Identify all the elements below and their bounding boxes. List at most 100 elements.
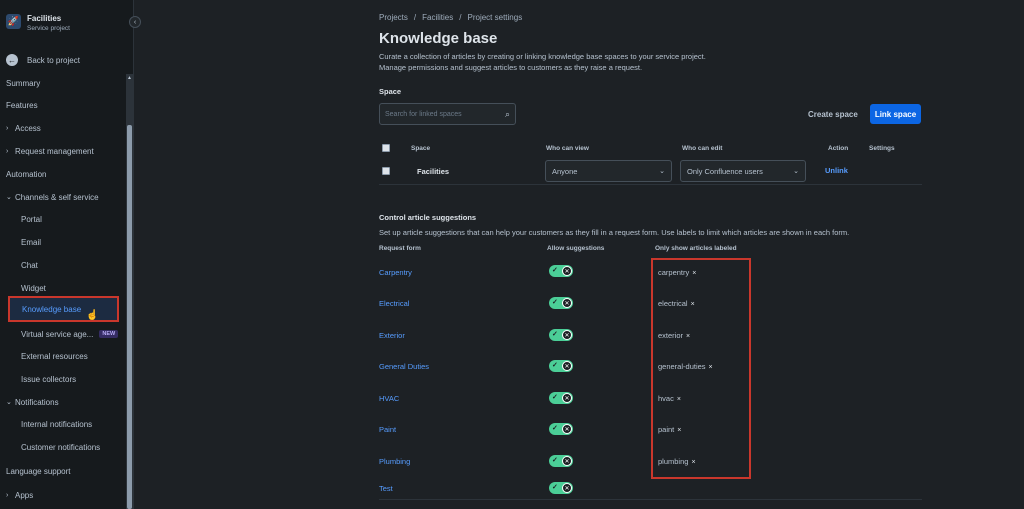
project-header[interactable]: 🚀 Facilities Service project bbox=[6, 14, 70, 33]
close-icon: ✕ bbox=[562, 424, 572, 434]
chevron-right-icon: › bbox=[6, 491, 9, 499]
create-space-button[interactable]: Create space bbox=[804, 105, 862, 123]
space-name: Facilities bbox=[417, 167, 450, 176]
divider bbox=[379, 499, 922, 500]
request-form-general-duties[interactable]: General Duties bbox=[379, 362, 429, 371]
allow-suggestions-toggle[interactable]: ✓ ✕ bbox=[549, 482, 573, 494]
request-form-paint[interactable]: Paint bbox=[379, 425, 396, 434]
sidebar-item-label: Language support bbox=[6, 466, 71, 476]
sidebar-item-label: Notifications bbox=[15, 397, 59, 407]
sidebar-item-automation[interactable]: Automation bbox=[0, 165, 126, 183]
back-to-project-link[interactable]: ← Back to project bbox=[6, 54, 80, 66]
request-form-electrical[interactable]: Electrical bbox=[379, 299, 409, 308]
sidebar-item-knowledge-base[interactable]: Knowledge base bbox=[8, 296, 119, 322]
sidebar-item-channels[interactable]: ⌄ Channels & self service bbox=[0, 188, 126, 206]
breadcrumb-facilities[interactable]: Facilities bbox=[422, 13, 453, 22]
request-form-test[interactable]: Test bbox=[379, 484, 393, 493]
sidebar-item-email[interactable]: Email bbox=[0, 233, 126, 251]
check-icon: ✓ bbox=[552, 267, 558, 274]
allow-suggestions-toggle[interactable]: ✓ ✕ bbox=[549, 329, 573, 341]
sidebar-item-portal[interactable]: Portal bbox=[0, 210, 126, 228]
sidebar-item-summary[interactable]: Summary bbox=[0, 74, 126, 92]
breadcrumb-project-settings[interactable]: Project settings bbox=[468, 13, 523, 22]
chevron-down-icon: ⌄ bbox=[6, 399, 12, 406]
sidebar-item-apps[interactable]: › Apps bbox=[0, 486, 126, 504]
request-form-plumbing[interactable]: Plumbing bbox=[379, 457, 410, 466]
sidebar-item-label: Features bbox=[6, 100, 38, 110]
column-header-action: Action bbox=[828, 145, 849, 152]
page-title: Knowledge base bbox=[379, 30, 498, 47]
sidebar-item-label: Issue collectors bbox=[21, 374, 77, 384]
who-can-view-select[interactable]: Anyone ⌄ bbox=[545, 160, 672, 182]
space-section-label: Space bbox=[379, 87, 402, 96]
allow-suggestions-toggle[interactable]: ✓ ✕ bbox=[549, 392, 573, 404]
column-header-space: Space bbox=[411, 145, 431, 152]
close-icon: ✕ bbox=[562, 393, 572, 403]
sidebar-item-access[interactable]: › Access bbox=[0, 119, 126, 137]
request-form-exterior[interactable]: Exterior bbox=[379, 331, 405, 340]
scroll-up-icon[interactable]: ▲ bbox=[127, 75, 132, 81]
sidebar-item-label: Channels & self service bbox=[15, 192, 99, 202]
sidebar-item-virtual-service-agent[interactable]: Virtual service age... NEW bbox=[0, 325, 126, 343]
sidebar-item-issue-collectors[interactable]: Issue collectors bbox=[0, 370, 126, 388]
unlink-button[interactable]: Unlink bbox=[825, 166, 848, 175]
rocket-icon: 🚀 bbox=[6, 14, 21, 29]
sidebar-item-label: External resources bbox=[21, 351, 88, 361]
column-header-who-can-edit: Who can edit bbox=[682, 145, 723, 152]
sidebar-item-label: Access bbox=[15, 123, 41, 133]
collapse-sidebar-button[interactable]: ‹ bbox=[129, 16, 141, 28]
who-can-edit-select[interactable]: Only Confluence users ⌄ bbox=[680, 160, 806, 182]
close-icon: ✕ bbox=[562, 456, 572, 466]
check-icon: ✓ bbox=[552, 362, 558, 369]
column-header-labels: Only show articles labeled bbox=[655, 245, 737, 252]
search-linked-spaces-input[interactable]: Search for linked spaces ⌕ bbox=[379, 103, 516, 125]
check-icon: ✓ bbox=[552, 394, 558, 401]
column-header-settings: Settings bbox=[869, 145, 895, 152]
divider bbox=[379, 184, 922, 185]
suggestions-title: Control article suggestions bbox=[379, 213, 477, 222]
column-header-allow-suggestions: Allow suggestions bbox=[547, 245, 605, 252]
allow-suggestions-toggle[interactable]: ✓ ✕ bbox=[549, 360, 573, 372]
sidebar-item-external-resources[interactable]: External resources bbox=[0, 347, 126, 365]
highlight-box bbox=[651, 258, 751, 479]
allow-suggestions-toggle[interactable]: ✓ ✕ bbox=[549, 423, 573, 435]
sidebar-item-label: Summary bbox=[6, 78, 41, 88]
breadcrumb-projects[interactable]: Projects bbox=[379, 13, 408, 22]
close-icon: ✕ bbox=[562, 483, 572, 493]
sidebar-item-request-management[interactable]: › Request management bbox=[0, 142, 126, 160]
sidebar-item-chat[interactable]: Chat bbox=[0, 256, 126, 274]
sidebar-item-customer-notifications[interactable]: Customer notifications bbox=[0, 438, 126, 456]
sidebar-item-features[interactable]: Features bbox=[0, 96, 126, 114]
sidebar-scrollbar-thumb[interactable] bbox=[127, 125, 132, 509]
project-name: Facilities bbox=[27, 14, 62, 23]
sidebar-item-widget[interactable]: Widget bbox=[0, 279, 126, 297]
request-form-carpentry[interactable]: Carpentry bbox=[379, 268, 412, 277]
hand-pointer-icon: ☝ bbox=[86, 310, 99, 321]
chevron-left-icon: ‹ bbox=[133, 18, 137, 26]
check-icon: ✓ bbox=[552, 425, 558, 432]
allow-suggestions-toggle[interactable]: ✓ ✕ bbox=[549, 265, 573, 277]
sidebar-item-language-support[interactable]: Language support bbox=[0, 462, 126, 480]
select-all-checkbox[interactable] bbox=[382, 144, 390, 152]
allow-suggestions-toggle[interactable]: ✓ ✕ bbox=[549, 455, 573, 467]
check-icon: ✓ bbox=[552, 457, 558, 464]
back-label: Back to project bbox=[27, 55, 80, 65]
check-icon: ✓ bbox=[552, 484, 558, 491]
check-icon: ✓ bbox=[552, 299, 558, 306]
description-line: Curate a collection of articles by creat… bbox=[379, 52, 706, 61]
chevron-down-icon: ⌄ bbox=[6, 194, 12, 201]
sidebar-item-internal-notifications[interactable]: Internal notifications bbox=[0, 415, 126, 433]
who-can-edit-value: Only Confluence users bbox=[687, 166, 763, 176]
allow-suggestions-toggle[interactable]: ✓ ✕ bbox=[549, 297, 573, 309]
search-icon: ⌕ bbox=[504, 108, 510, 119]
row-checkbox[interactable] bbox=[382, 167, 390, 175]
project-type: Service project bbox=[27, 25, 70, 32]
search-placeholder: Search for linked spaces bbox=[385, 110, 462, 118]
check-icon: ✓ bbox=[552, 331, 558, 338]
sidebar-item-label: Virtual service age... bbox=[21, 329, 94, 339]
sidebar-item-notifications[interactable]: ⌄ Notifications bbox=[0, 393, 126, 411]
request-form-hvac[interactable]: HVAC bbox=[379, 394, 399, 403]
link-space-button[interactable]: Link space bbox=[870, 104, 921, 124]
sidebar-item-label: Widget bbox=[21, 283, 46, 293]
chevron-right-icon: › bbox=[6, 147, 9, 155]
